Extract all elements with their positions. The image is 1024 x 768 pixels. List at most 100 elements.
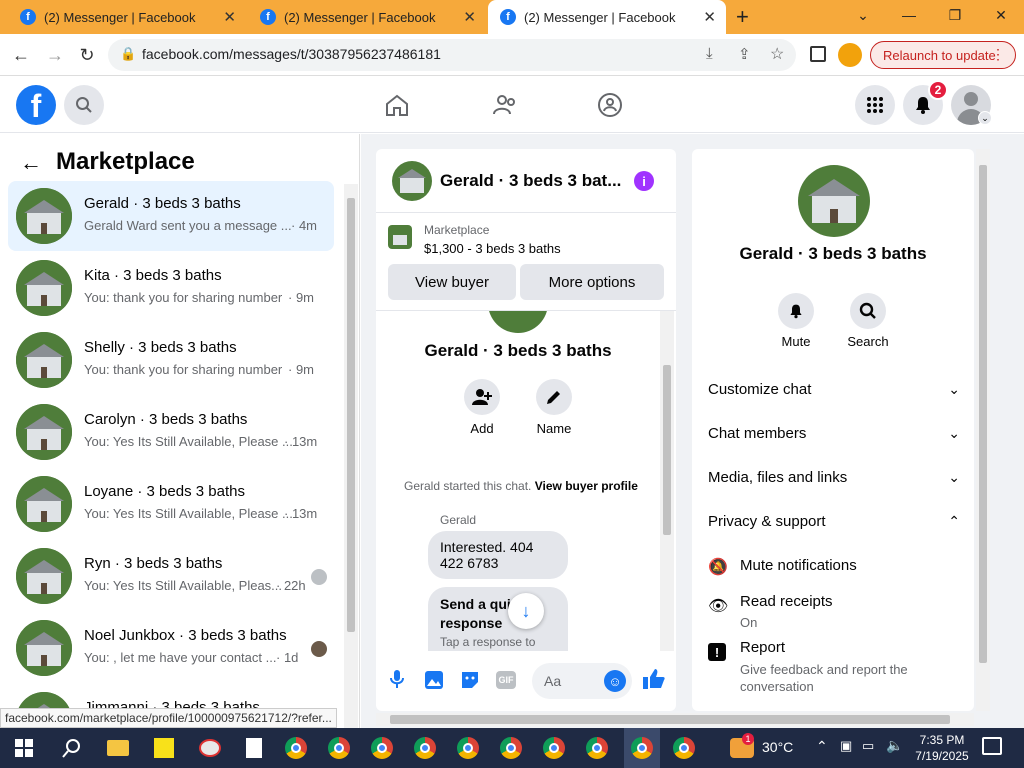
close-window-button[interactable]: ✕ <box>978 0 1024 30</box>
camera-icon[interactable]: ▣ <box>840 738 852 754</box>
volume-icon[interactable]: 🔈 <box>886 737 903 754</box>
restore-button[interactable]: ❐ <box>932 0 978 30</box>
view-buyer-button[interactable]: View buyer <box>388 264 516 300</box>
info-icon[interactable]: i <box>634 171 654 191</box>
bookmark-star-icon[interactable]: ☆ <box>770 44 784 64</box>
chat-title[interactable]: Gerald · 3 beds 3 bat... <box>440 171 621 191</box>
browser-tab-2[interactable]: f (2) Messenger | Facebook ✕ <box>248 0 486 34</box>
chrome-icon[interactable] <box>409 734 441 762</box>
privacy-support-section[interactable]: Privacy & support ⌃ <box>708 513 960 530</box>
network-icon[interactable]: ▭ <box>862 738 874 754</box>
conversation-scrollbar[interactable] <box>344 184 358 728</box>
close-tab-icon[interactable]: ✕ <box>223 8 236 26</box>
windows-start-icon[interactable] <box>8 734 40 762</box>
temperature-text[interactable]: 30°C <box>762 739 793 755</box>
close-tab-icon[interactable]: ✕ <box>463 8 476 26</box>
chrome-icon-active[interactable] <box>624 728 660 768</box>
thumbs-up-icon[interactable] <box>642 667 666 696</box>
message-scrollbar[interactable] <box>660 311 674 651</box>
reload-button[interactable]: ↻ <box>74 42 100 68</box>
chrome-icon[interactable] <box>538 734 570 762</box>
more-options-button[interactable]: More options <box>520 264 664 300</box>
chrome-icon[interactable] <box>581 734 613 762</box>
back-button[interactable]: ← <box>8 42 34 68</box>
lock-icon[interactable]: 🔒 <box>120 46 136 62</box>
message-input[interactable]: Aa ☺ <box>532 663 632 699</box>
menu-button[interactable] <box>855 85 895 125</box>
conversation-item[interactable]: Gerald · 3 beds 3 baths Gerald Ward sent … <box>8 181 334 251</box>
scrollbar-thumb[interactable] <box>390 715 950 724</box>
system-clock[interactable]: 7:35 PM 7/19/2025 <box>912 732 972 764</box>
home-icon[interactable] <box>384 93 410 122</box>
conversation-item[interactable]: Shelly · 3 beds 3 baths You: thank you fo… <box>8 325 334 395</box>
back-arrow-icon[interactable]: ← <box>20 150 42 176</box>
browser-tab-1[interactable]: f (2) Messenger | Facebook ✕ <box>8 0 246 34</box>
quick-reply-card[interactable]: Send a qui... response Tap a response to <box>428 587 568 651</box>
emoji-icon[interactable]: ☺ <box>604 670 626 692</box>
page-scrollbar[interactable] <box>976 149 990 711</box>
chat-members-section[interactable]: Chat members ⌄ <box>708 425 960 442</box>
add-person-button[interactable] <box>464 379 500 415</box>
conversation-item[interactable]: Ryn · 3 beds 3 baths You: Yes Its Still A… <box>8 541 334 611</box>
new-tab-button[interactable]: + <box>736 4 749 30</box>
document-icon[interactable] <box>238 734 270 762</box>
listing-detail[interactable]: $1,300 - 3 beds 3 baths <box>424 241 561 256</box>
close-tab-icon[interactable]: ✕ <box>703 8 716 26</box>
paint-icon[interactable] <box>194 734 226 762</box>
view-buyer-profile-link[interactable]: View buyer profile <box>535 479 638 493</box>
info-avatar[interactable] <box>798 165 870 237</box>
relaunch-to-update-button[interactable]: Relaunch to update ⋮ <box>870 41 1016 69</box>
minimize-button[interactable]: — <box>886 0 932 30</box>
profile-avatar-icon[interactable] <box>838 43 862 67</box>
message-bubble[interactable]: Interested. 404 422 6783 <box>428 531 568 579</box>
chrome-icon[interactable] <box>323 734 355 762</box>
facebook-logo-icon[interactable]: f <box>16 85 56 125</box>
read-receipts-item[interactable]: 👁 Read receipts On <box>708 593 960 633</box>
photo-icon[interactable] <box>424 670 444 695</box>
conversation-item[interactable]: Loyane · 3 beds 3 baths You: Yes Its Stil… <box>8 469 334 539</box>
show-hidden-icons-icon[interactable]: ⌃ <box>816 738 828 755</box>
chat-avatar[interactable] <box>392 161 432 201</box>
browser-tab-3-active[interactable]: f (2) Messenger | Facebook ✕ <box>488 0 726 34</box>
edit-name-button[interactable] <box>536 379 572 415</box>
scrollbar-thumb[interactable] <box>663 365 671 535</box>
notification-center-icon[interactable] <box>982 737 1002 755</box>
section-label: Customize chat <box>708 381 812 398</box>
sticker-icon[interactable] <box>460 670 480 695</box>
search-button[interactable] <box>64 85 104 125</box>
friends-icon[interactable] <box>492 93 518 122</box>
chrome-icon[interactable] <box>495 734 527 762</box>
forward-button[interactable]: → <box>42 42 68 68</box>
conversation-item[interactable]: Carolyn · 3 beds 3 baths You: Yes Its Sti… <box>8 397 334 467</box>
customize-chat-section[interactable]: Customize chat ⌄ <box>708 381 960 398</box>
scrollbar-thumb[interactable] <box>347 198 355 632</box>
sticky-notes-icon[interactable] <box>148 734 180 762</box>
chrome-icon[interactable] <box>366 734 398 762</box>
horizontal-scrollbar[interactable] <box>376 713 974 726</box>
share-icon[interactable]: ⇪ <box>738 45 751 63</box>
search-icon[interactable] <box>56 734 88 762</box>
groups-icon[interactable] <box>597 92 623 123</box>
report-item[interactable]: ! Report Give feedback and report the co… <box>708 639 960 694</box>
side-panel-icon[interactable] <box>810 46 826 62</box>
listing-thumbnail[interactable] <box>388 225 412 249</box>
conversation-item[interactable]: Noel Junkbox · 3 beds 3 baths You: , let … <box>8 613 334 683</box>
chrome-icon[interactable] <box>668 734 700 762</box>
media-files-links-section[interactable]: Media, files and links ⌄ <box>708 469 960 486</box>
chevron-down-icon[interactable]: ⌄ <box>978 111 992 125</box>
conversation-item[interactable]: Kita · 3 beds 3 baths You: thank you for … <box>8 253 334 323</box>
chrome-icon[interactable] <box>280 734 312 762</box>
install-app-icon[interactable]: ⤓ <box>706 45 713 62</box>
chrome-icon[interactable] <box>452 734 484 762</box>
file-explorer-icon[interactable] <box>102 734 134 762</box>
search-icon <box>76 97 92 113</box>
tab-search-icon[interactable]: ⌄ <box>840 0 886 30</box>
menu-dots-icon[interactable]: ⋮ <box>991 46 1005 63</box>
scroll-to-bottom-icon[interactable]: ↓ <box>508 593 544 629</box>
mute-button[interactable] <box>778 293 814 329</box>
scrollbar-thumb[interactable] <box>979 165 987 663</box>
gif-icon[interactable]: GIF <box>496 671 516 689</box>
microphone-icon[interactable] <box>390 669 404 694</box>
search-in-chat-button[interactable] <box>850 293 886 329</box>
address-bar[interactable]: 🔒 facebook.com/messages/t/30387956237486… <box>108 39 796 71</box>
